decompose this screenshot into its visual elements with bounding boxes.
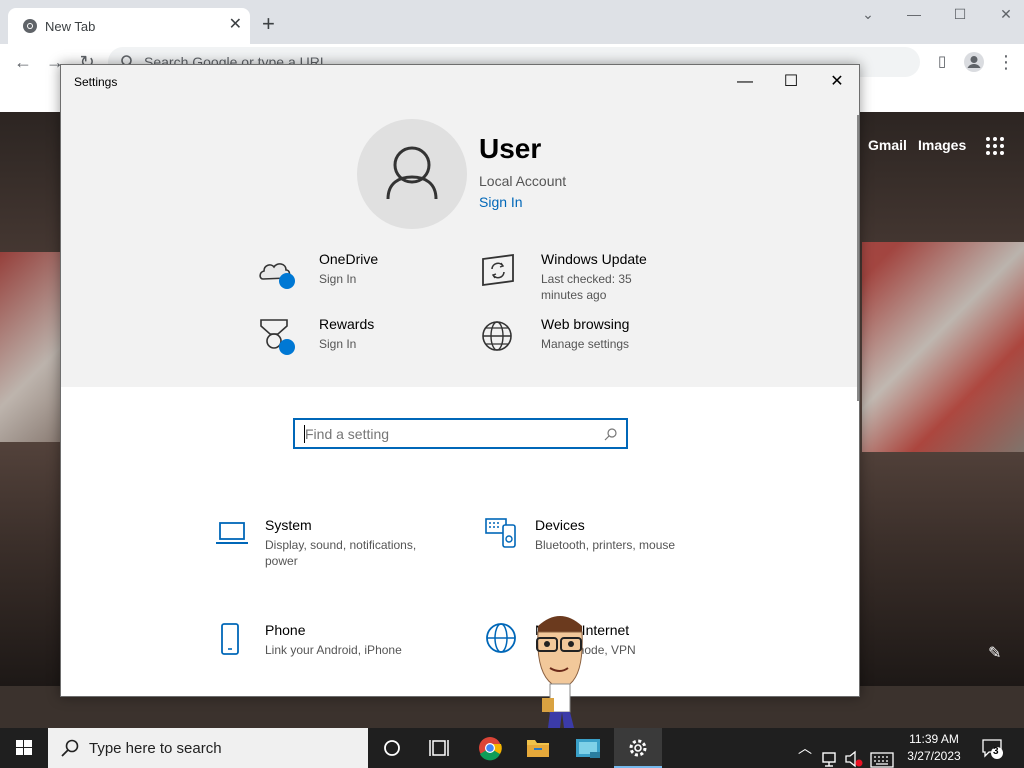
- system-title: System: [265, 517, 312, 533]
- start-button[interactable]: [0, 728, 48, 768]
- network-icon[interactable]: [820, 739, 840, 768]
- gmail-link[interactable]: Gmail: [868, 137, 907, 153]
- web-browsing-title: Web browsing: [541, 316, 630, 332]
- web-browsing-sub: Manage settings: [541, 337, 630, 351]
- images-link[interactable]: Images: [918, 137, 966, 153]
- category-network[interactable]: N & Internet lane mode, VPN: [485, 622, 735, 682]
- windows-update-title: Windows Update: [541, 251, 647, 267]
- chrome-close-button[interactable]: ✕: [996, 6, 1016, 26]
- search-icon: [604, 428, 617, 441]
- profile-icon[interactable]: [963, 51, 985, 73]
- ntp-background-banner: [862, 242, 1024, 452]
- customize-pencil-icon[interactable]: ✎: [988, 643, 1001, 663]
- globe-icon: [482, 321, 512, 351]
- app-taskbar-icon[interactable]: [564, 728, 612, 768]
- cloud-icon: [259, 263, 295, 289]
- clock-time: 11:39 AM: [909, 732, 959, 746]
- web-browsing-item[interactable]: Web browsing Manage settings: [479, 316, 699, 372]
- volume-muted-icon[interactable]: [844, 739, 864, 768]
- phone-sub: Link your Android, iPhone: [265, 643, 402, 657]
- settings-maximize-button[interactable]: ☐: [768, 65, 814, 99]
- category-phone[interactable]: Phone Link your Android, iPhone: [215, 622, 465, 682]
- settings-minimize-button[interactable]: —: [722, 65, 768, 99]
- onedrive-title: OneDrive: [319, 251, 379, 267]
- new-tab-button[interactable]: +: [262, 13, 275, 35]
- notification-count: 3: [993, 746, 999, 757]
- chrome-menu-icon[interactable]: ⋮: [995, 51, 1017, 73]
- clock-date: 3/27/2023: [907, 749, 961, 763]
- settings-window: Settings — ☐ ✕ User Local Account Sign I…: [60, 64, 860, 697]
- google-apps-icon[interactable]: [986, 137, 1004, 155]
- show-hidden-icons-button[interactable]: ︿: [798, 738, 812, 768]
- windows-update-item[interactable]: Windows Update Last checked: 35 minutes …: [479, 251, 699, 307]
- rewards-title: Rewards: [319, 316, 375, 332]
- phone-icon: [221, 623, 239, 655]
- medal-icon: [260, 319, 295, 355]
- settings-close-button[interactable]: ✕: [814, 65, 859, 99]
- taskbar-search-box[interactable]: Type here to search: [48, 728, 368, 768]
- sign-in-link[interactable]: Sign In: [479, 194, 523, 210]
- cartoon-character: [536, 616, 583, 728]
- rewards-sub: Sign In: [319, 337, 357, 351]
- laptop-icon: [216, 522, 248, 544]
- chrome-maximize-button[interactable]: ☐: [950, 6, 970, 26]
- tab-search-icon[interactable]: ⌄: [858, 6, 878, 26]
- find-setting-input[interactable]: Find a setting: [293, 418, 628, 449]
- windows-logo-icon: [16, 740, 32, 755]
- back-button[interactable]: ←: [12, 51, 34, 73]
- system-sub: Display, sound, notifications, power: [265, 538, 417, 568]
- tab-new-tab[interactable]: New Tab ✕: [8, 8, 250, 44]
- chrome-taskbar-icon[interactable]: [466, 728, 514, 768]
- search-icon: [61, 739, 79, 757]
- side-panel-icon[interactable]: ▯: [931, 51, 953, 73]
- action-center-button[interactable]: 3: [980, 736, 1010, 760]
- settings-title: Settings: [74, 75, 118, 89]
- devices-sub: Bluetooth, printers, mouse: [535, 538, 676, 552]
- settings-taskbar-icon[interactable]: [614, 728, 662, 768]
- user-icon: [386, 146, 438, 200]
- file-explorer-icon[interactable]: [514, 728, 562, 768]
- globe-icon: [486, 623, 516, 653]
- notification-icon: [982, 739, 1003, 759]
- settings-titlebar: Settings — ☐ ✕: [61, 65, 859, 99]
- task-view-icon[interactable]: [416, 728, 464, 768]
- chrome-minimize-button[interactable]: —: [904, 6, 924, 26]
- clock[interactable]: 11:39 AM 3/27/2023: [898, 731, 970, 765]
- update-icon: [482, 253, 514, 287]
- cortana-icon[interactable]: [368, 728, 416, 768]
- rewards-item[interactable]: Rewards Sign In: [257, 316, 477, 372]
- tab-strip: New Tab ✕ + ⌄ — ☐ ✕: [0, 0, 1024, 44]
- category-system[interactable]: System Display, sound, notifications, po…: [215, 517, 465, 577]
- phone-title: Phone: [265, 622, 306, 638]
- taskbar: Type here to search ︿ 11:39 AM 3/27/2023…: [0, 728, 1024, 768]
- keyboard-icon[interactable]: [870, 740, 894, 768]
- tab-close-icon[interactable]: ✕: [229, 17, 242, 33]
- avatar[interactable]: [357, 119, 467, 229]
- chrome-favicon-icon: [23, 19, 37, 33]
- onedrive-sub: Sign In: [319, 272, 357, 286]
- keyboard-icon: [485, 518, 516, 548]
- taskbar-search-text: Type here to search: [89, 740, 222, 757]
- onedrive-item[interactable]: OneDrive Sign In: [257, 251, 477, 307]
- user-name: User: [479, 133, 542, 164]
- find-setting-placeholder: Find a setting: [305, 426, 390, 442]
- devices-title: Devices: [535, 517, 585, 533]
- settings-account-header: User Local Account Sign In OneDrive Sign…: [61, 99, 859, 387]
- windows-update-sub: Last checked: 35 minutes ago: [541, 272, 632, 302]
- account-type: Local Account: [479, 173, 567, 189]
- tab-title: New Tab: [45, 19, 96, 34]
- category-devices[interactable]: Devices Bluetooth, printers, mouse: [485, 517, 735, 577]
- settings-scrollbar[interactable]: [857, 115, 859, 401]
